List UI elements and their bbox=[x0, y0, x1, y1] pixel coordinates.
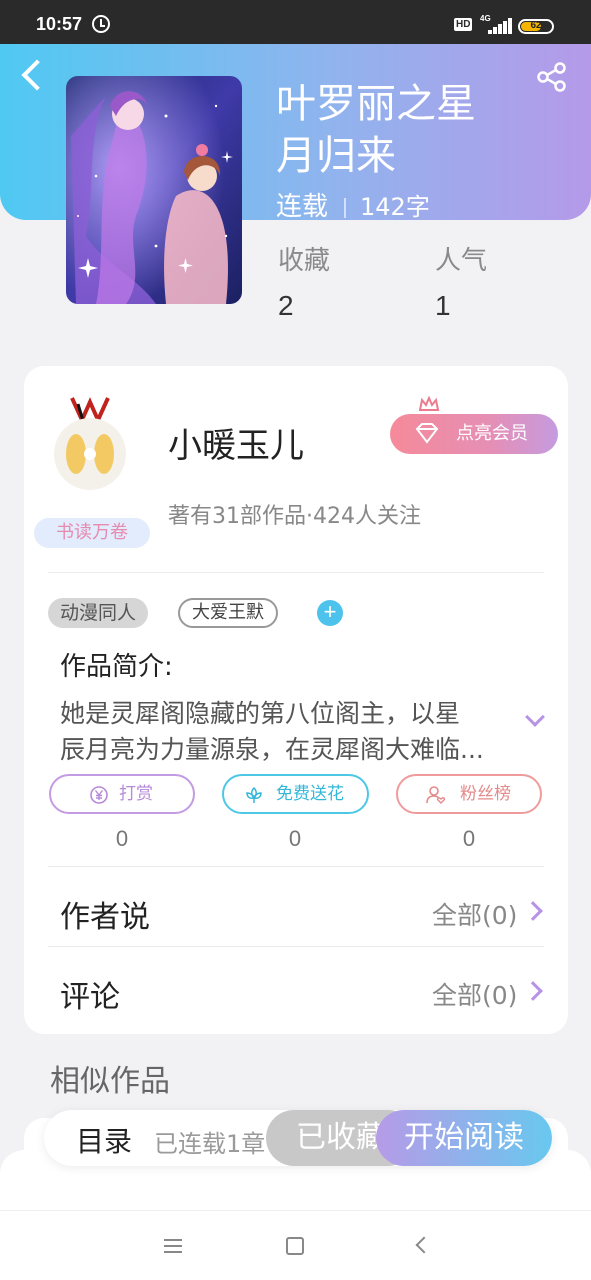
stat-favorites-value: 2 bbox=[278, 290, 294, 321]
fan-user-icon bbox=[426, 786, 446, 804]
author-says-all[interactable]: 全部(0) bbox=[432, 896, 517, 932]
status-time: 10:57 bbox=[36, 14, 83, 34]
author-level-badge: 书读万卷 bbox=[34, 518, 150, 548]
comments-title: 评论 bbox=[60, 980, 120, 1015]
toc-button[interactable]: 目录 bbox=[76, 1120, 132, 1160]
battery-percent: 62 bbox=[530, 20, 542, 31]
fans-ranking-button[interactable]: 粉丝榜 bbox=[396, 774, 542, 814]
divider bbox=[48, 866, 544, 867]
divider bbox=[48, 946, 544, 947]
flower-count: 0 bbox=[288, 826, 302, 851]
battery-icon: 62 bbox=[518, 19, 554, 34]
status-bar: 10:57 HD 4G 62 bbox=[0, 0, 591, 44]
author-name[interactable]: 小暖玉儿 bbox=[168, 418, 304, 467]
fans-count: 0 bbox=[462, 826, 476, 851]
intro-line-1: 她是灵犀阁隐藏的第八位阁主，以星 bbox=[60, 699, 461, 728]
free-flower-button[interactable]: 免费送花 bbox=[222, 774, 369, 814]
toc-progress: 已连载1章 bbox=[154, 1130, 266, 1158]
reward-button[interactable]: 打赏 bbox=[49, 774, 195, 814]
author-says-title: 作者说 bbox=[60, 900, 150, 935]
reward-count: 0 bbox=[115, 826, 129, 851]
back-icon[interactable] bbox=[415, 1236, 433, 1254]
flower-icon bbox=[246, 786, 262, 803]
tag-keyword[interactable]: 大爱王默 bbox=[178, 598, 278, 628]
tag-category[interactable]: 动漫同人 bbox=[48, 598, 149, 628]
fans-ranking-label: 粉丝榜 bbox=[460, 784, 511, 804]
stat-popularity-label: 人气 bbox=[435, 246, 488, 276]
stat-popularity-value: 1 bbox=[435, 290, 451, 321]
intro-text[interactable]: 她是灵犀阁隐藏的第八位阁主，以星 辰月亮为力量源泉，在灵犀阁大难临... bbox=[60, 696, 514, 768]
stat-favorites-label: 收藏 bbox=[278, 246, 331, 276]
book-word-count: 142字 bbox=[360, 193, 430, 221]
hd-badge: HD bbox=[454, 18, 473, 31]
intro-line-2: 辰月亮为力量源泉，在灵犀阁大难临... bbox=[60, 735, 484, 764]
start-reading-button[interactable]: 开始阅读 bbox=[376, 1110, 552, 1166]
home-icon[interactable] bbox=[286, 1237, 304, 1255]
add-tag-icon[interactable]: + bbox=[317, 600, 343, 626]
yen-coin-icon bbox=[90, 786, 108, 804]
crown-icon bbox=[418, 396, 440, 411]
system-nav-bar bbox=[0, 1210, 591, 1280]
author-info: 著有31部作品·424人关注 bbox=[168, 504, 421, 529]
book-title: 叶罗丽之星 月归来 bbox=[276, 78, 576, 182]
reward-label: 打赏 bbox=[119, 784, 153, 804]
bottom-action-bar: 目录 已连载1章 已收藏 开始阅读 bbox=[44, 1110, 552, 1166]
comments-all[interactable]: 全部(0) bbox=[432, 976, 517, 1012]
author-avatar[interactable] bbox=[50, 394, 130, 494]
diamond-icon bbox=[415, 423, 439, 444]
book-meta: 连载 142字 bbox=[276, 186, 430, 223]
free-flower-label: 免费送花 bbox=[276, 784, 344, 804]
book-title-line-1: 叶罗丽之星 bbox=[276, 81, 476, 127]
book-status: 连载 bbox=[276, 192, 329, 222]
signal-icon bbox=[488, 18, 512, 34]
menu-icon[interactable] bbox=[164, 1239, 182, 1253]
divider bbox=[48, 572, 544, 573]
book-cover-image[interactable] bbox=[66, 76, 242, 304]
alarm-icon bbox=[92, 15, 110, 33]
book-title-line-2: 月归来 bbox=[276, 133, 396, 179]
similar-works-title: 相似作品 bbox=[50, 1064, 170, 1099]
intro-title: 作品简介: bbox=[60, 652, 173, 682]
